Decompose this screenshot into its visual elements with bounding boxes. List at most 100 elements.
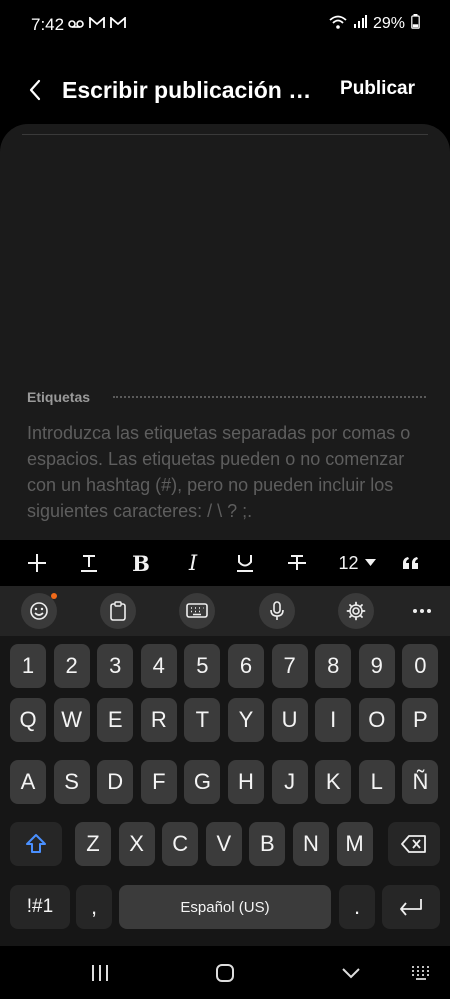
key[interactable]: C [162, 822, 199, 866]
tags-input[interactable]: Introduzca las etiquetas separadas por c… [27, 420, 422, 524]
key[interactable]: Y [228, 698, 264, 742]
post-editor[interactable]: Etiquetas Introduzca las etiquetas separ… [0, 124, 450, 540]
key[interactable]: 5 [184, 644, 221, 688]
key[interactable]: G [184, 760, 221, 804]
more-options-button[interactable] [406, 593, 438, 629]
comma-key[interactable]: , [76, 885, 112, 929]
key[interactable]: Ñ [402, 760, 439, 804]
backspace-key[interactable] [388, 822, 440, 866]
quote-icon [403, 557, 418, 569]
key[interactable]: R [140, 698, 177, 742]
keyboard-grid-icon [412, 966, 429, 980]
battery-icon [411, 14, 420, 34]
title-divider [22, 134, 428, 135]
wifi-icon [329, 15, 347, 34]
gmail-icon [89, 16, 105, 34]
key[interactable]: V [205, 822, 242, 866]
key[interactable]: M [336, 822, 373, 866]
key[interactable]: 2 [53, 644, 90, 688]
recent-apps-icon [92, 965, 108, 981]
strikethrough-button[interactable] [282, 540, 312, 586]
gmail-icon [110, 16, 126, 34]
navigation-bar [0, 946, 450, 999]
text-format-icon [81, 555, 97, 572]
publish-button[interactable]: Publicar [340, 78, 415, 100]
keyboard-settings-button[interactable] [338, 593, 374, 629]
caret-down-icon [364, 559, 376, 566]
quote-button[interactable] [396, 540, 426, 586]
key[interactable]: 1 [10, 644, 46, 688]
key[interactable]: X [118, 822, 155, 866]
plus-icon [28, 554, 46, 572]
key[interactable]: 3 [97, 644, 134, 688]
voicemail-icon [68, 16, 84, 34]
keyboard-toolbar [0, 586, 450, 636]
underline-icon [237, 555, 253, 572]
home-icon [216, 964, 234, 982]
key[interactable]: K [315, 760, 352, 804]
hide-keyboard-button[interactable] [331, 956, 371, 990]
status-right: 29% [329, 14, 420, 34]
space-key[interactable]: Español (US) [119, 885, 331, 929]
home-button[interactable] [205, 956, 245, 990]
keyboard-icon [186, 603, 208, 618]
key[interactable]: N [293, 822, 329, 866]
gear-icon [346, 601, 366, 621]
key[interactable]: B [249, 822, 286, 866]
tags-divider [113, 396, 426, 398]
enter-icon [400, 899, 422, 916]
keyboard-switch-button[interactable] [401, 956, 441, 990]
key[interactable]: S [53, 760, 90, 804]
italic-button[interactable]: I [178, 540, 208, 586]
underline-button[interactable] [230, 540, 260, 586]
key[interactable]: 4 [140, 644, 177, 688]
key[interactable]: D [97, 760, 134, 804]
key[interactable]: W [53, 698, 90, 742]
notification-badge [51, 593, 57, 599]
chevron-down-icon [342, 968, 360, 979]
key[interactable]: J [271, 760, 308, 804]
key[interactable]: I [315, 698, 352, 742]
clipboard-button[interactable] [100, 593, 136, 629]
clipboard-icon [110, 601, 126, 621]
font-size-dropdown[interactable]: 12 [334, 540, 380, 586]
tags-label: Etiquetas [27, 389, 91, 405]
notification-icons [68, 16, 126, 34]
key[interactable]: F [140, 760, 177, 804]
key[interactable]: U [271, 698, 308, 742]
keyboard: 1234567890 QWERTYUIOP ASDFGHJKLÑ ZXCVBNM… [0, 636, 450, 946]
key[interactable]: 6 [228, 644, 264, 688]
period-key[interactable]: . [339, 885, 375, 929]
key[interactable]: 8 [315, 644, 352, 688]
key[interactable]: 9 [358, 644, 395, 688]
page-title: Escribir publicación p… [62, 77, 317, 103]
symbols-key[interactable]: !#1 [10, 885, 70, 929]
app-bar: Escribir publicación p… Publicar [0, 60, 450, 120]
key[interactable]: P [402, 698, 439, 742]
key[interactable]: H [228, 760, 264, 804]
voice-input-button[interactable] [259, 593, 295, 629]
keyboard-mode-button[interactable] [179, 593, 215, 629]
font-size-value: 12 [338, 552, 359, 573]
status-bar: 7:42 29% [0, 0, 450, 50]
enter-key[interactable] [382, 885, 440, 929]
format-toolbar: B I 12 [0, 540, 450, 586]
key[interactable]: Q [10, 698, 46, 742]
key[interactable]: 0 [402, 644, 439, 688]
insert-button[interactable] [22, 540, 52, 586]
key[interactable]: L [358, 760, 395, 804]
text-style-button[interactable] [74, 540, 104, 586]
chevron-left-icon [29, 79, 41, 101]
more-horizontal-icon [413, 609, 431, 613]
shift-key[interactable] [10, 822, 62, 866]
shift-icon [26, 834, 46, 853]
bold-button[interactable]: B [126, 540, 156, 586]
key[interactable]: T [184, 698, 221, 742]
key[interactable]: 7 [271, 644, 308, 688]
key[interactable]: E [97, 698, 134, 742]
key[interactable]: A [10, 760, 46, 804]
recent-apps-button[interactable] [80, 956, 120, 990]
back-button[interactable] [22, 75, 48, 105]
key[interactable]: Z [75, 822, 111, 866]
key[interactable]: O [358, 698, 395, 742]
